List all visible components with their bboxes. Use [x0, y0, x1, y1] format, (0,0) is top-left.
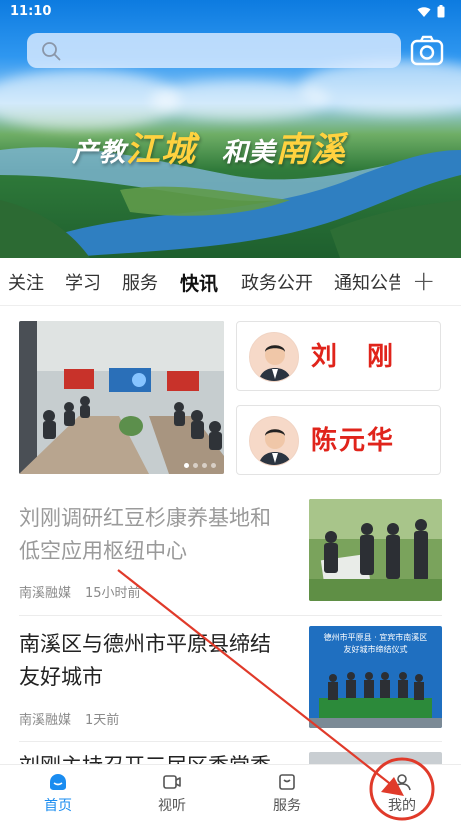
bottom-navigation: 首页 视听 服务 我的 — [0, 764, 461, 821]
meeting-photo — [19, 321, 224, 474]
news-thumbnail: 德州市平原县 · 宜宾市南溪区 友好城市缔结仪式 — [309, 626, 442, 728]
news-item[interactable]: 南溪区与德州市平原县缔结友好城市 南溪融媒 1天前 德州市平原县 · 宜宾市南溪区… — [0, 616, 461, 740]
avatar — [249, 416, 299, 466]
search-input[interactable] — [27, 33, 401, 68]
leader-card-liu-gang[interactable]: 刘 刚 — [236, 321, 441, 391]
hero-banner[interactable]: 11:10 产教江城 和美南溪 — [0, 0, 461, 258]
tab-news-flash[interactable]: 快讯 — [180, 269, 218, 296]
tab-government-affairs[interactable]: 政务公开 — [241, 269, 313, 295]
news-item[interactable]: 刘刚调研红豆杉康养基地和低空应用枢纽中心 南溪融媒 15小时前 — [0, 497, 461, 615]
search-icon — [42, 42, 61, 61]
news-title: 南溪区与德州市平原县缔结友好城市 — [19, 632, 271, 689]
news-source: 南溪融媒 — [19, 586, 72, 601]
news-source: 南溪融媒 — [19, 713, 72, 728]
avatar — [249, 332, 299, 382]
news-meta: 南溪融媒 15小时前 — [19, 582, 141, 601]
news-title: 刘刚主持召开三届区委常委 — [19, 750, 304, 764]
category-tabs: 关注 学习 服务 快讯 政务公开 通知公告 + — [0, 258, 461, 306]
carousel-indicator — [184, 463, 216, 468]
news-item[interactable]: 刘刚主持召开三届区委常委 — [0, 742, 461, 764]
status-time: 11:10 — [10, 4, 52, 19]
news-title: 刘刚调研红豆杉康养基地和低空应用枢纽中心 — [19, 506, 271, 563]
home-icon — [50, 774, 66, 790]
news-time: 1天前 — [85, 713, 120, 728]
battery-icon — [437, 5, 445, 18]
camera-icon[interactable] — [410, 35, 444, 67]
video-icon — [163, 775, 181, 789]
leader-card-chen-yuanhua[interactable]: 陈元华 — [236, 405, 441, 475]
add-tab-icon[interactable]: + — [412, 264, 435, 297]
news-thumbnail — [309, 499, 442, 601]
nav-video[interactable]: 视听 — [137, 773, 207, 815]
nav-mine[interactable]: 我的 — [367, 773, 437, 815]
tab-notices[interactable]: 通知公告 — [334, 269, 400, 295]
wifi-icon — [417, 6, 431, 17]
nav-service[interactable]: 服务 — [252, 773, 322, 815]
tab-service[interactable]: 服务 — [122, 269, 158, 295]
user-icon — [393, 774, 411, 791]
nav-home[interactable]: 首页 — [23, 773, 93, 815]
featured-carousel-image[interactable] — [19, 321, 224, 474]
leader-name: 刘 刚 — [311, 342, 396, 372]
news-meta: 南溪融媒 1天前 — [19, 709, 119, 728]
leader-name: 陈元华 — [311, 426, 396, 456]
tab-study[interactable]: 学习 — [65, 269, 101, 295]
banner-slogan: 产教江城 和美南溪 — [72, 130, 346, 170]
news-thumbnail — [309, 752, 442, 764]
tab-follow[interactable]: 关注 — [8, 269, 44, 295]
news-time: 15小时前 — [85, 586, 141, 601]
service-icon — [279, 774, 295, 790]
status-bar: 11:10 — [0, 0, 461, 26]
